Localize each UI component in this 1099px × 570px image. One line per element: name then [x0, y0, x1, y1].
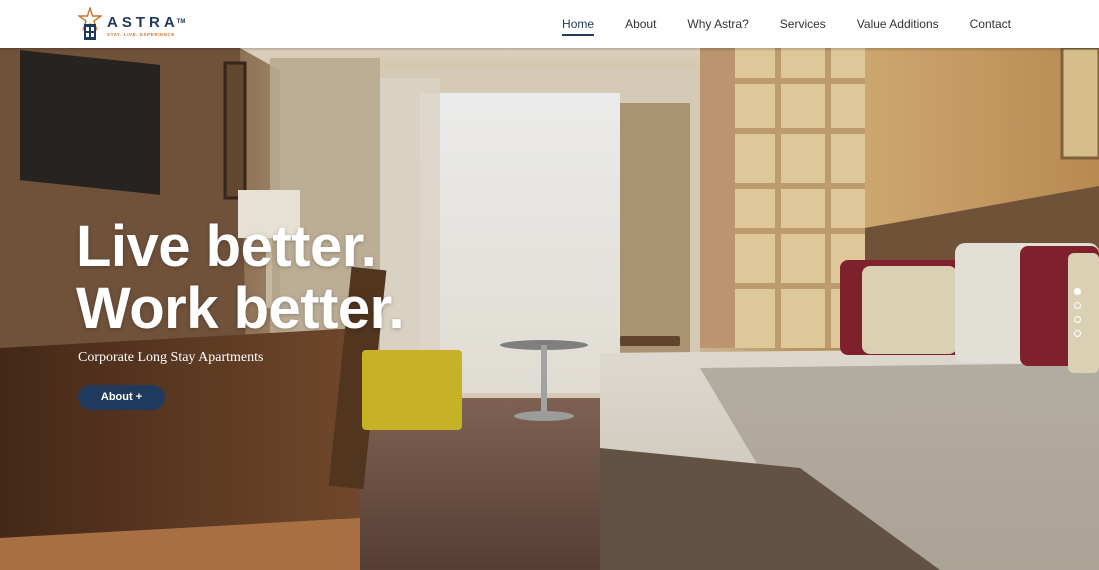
logo-wordmark: ASTRA — [107, 14, 179, 31]
astra-logo[interactable]: ASTRATM STAY. LIVE. EXPERIENCE — [78, 7, 185, 41]
site-header: ASTRATM STAY. LIVE. EXPERIENCE Home Abou… — [0, 0, 1099, 48]
slider-dot-3[interactable] — [1074, 316, 1081, 323]
nav-services[interactable]: Services — [780, 0, 826, 48]
nav-home[interactable]: Home — [562, 0, 595, 48]
hero-subheading: Corporate Long Stay Apartments — [78, 350, 264, 365]
nav-contact[interactable]: Contact — [970, 0, 1011, 48]
hero-headline-line1: Live better. — [76, 214, 377, 279]
slider-pagination — [1074, 288, 1081, 344]
hero-headline: Live better. Work better. — [76, 214, 405, 341]
slider-dot-1[interactable] — [1074, 288, 1081, 295]
nav-value-additions[interactable]: Value Additions — [857, 0, 939, 48]
trademark-mark: TM — [176, 19, 186, 25]
nav-about[interactable]: About — [625, 0, 656, 48]
nav-why-astra[interactable]: Why Astra? — [687, 0, 748, 48]
hero-slider: Live better. Work better. Corporate Long… — [0, 48, 1099, 570]
about-button[interactable]: About + — [78, 385, 165, 410]
hero-headline-line2: Work better. — [76, 276, 405, 341]
slider-dot-2[interactable] — [1074, 302, 1081, 309]
logo-star-icon — [78, 7, 102, 40]
slider-dot-4[interactable] — [1074, 330, 1081, 337]
main-nav: Home About Why Astra? Services Value Add… — [531, 0, 1011, 48]
logo-tagline: STAY. LIVE. EXPERIENCE — [107, 32, 175, 37]
